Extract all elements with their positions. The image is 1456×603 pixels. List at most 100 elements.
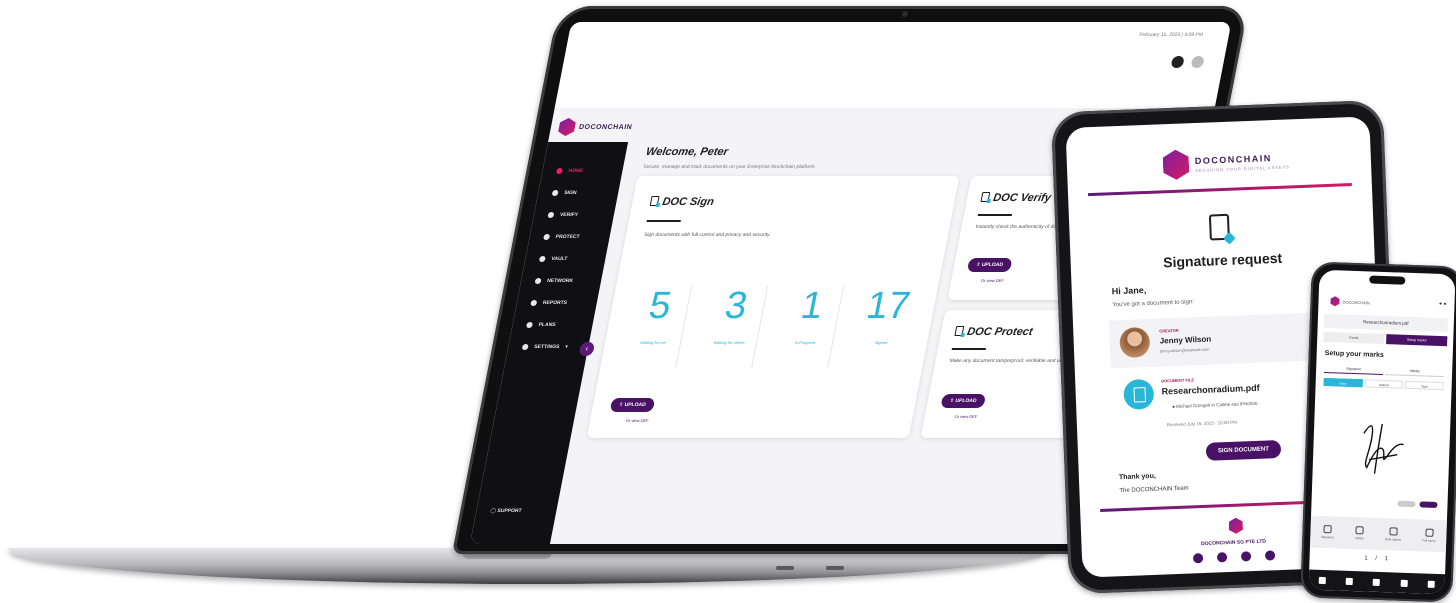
clear-button[interactable] <box>1397 500 1416 508</box>
upload-icon: ⇧ <box>618 402 624 408</box>
stat-waiting-for-me[interactable]: 5 Waiting for me <box>625 285 693 368</box>
intro-text: You've got a document to sign: <box>1112 299 1195 309</box>
page-subtitle: Secure, manage and track documents on yo… <box>642 164 817 170</box>
team-signoff: The DOCONCHAIN Team <box>1119 485 1189 495</box>
signature-controls <box>1397 500 1438 508</box>
title-underline <box>977 214 1013 216</box>
file-icon <box>1123 378 1155 410</box>
sidebar-item-home[interactable]: Home <box>540 160 624 182</box>
doc-sign-card: DOC Sign Sign documents with full contro… <box>586 176 960 438</box>
laptop-port <box>826 566 844 570</box>
stat-signed[interactable]: 17 Signed <box>853 285 920 345</box>
brand-name: DOCONCHAIN <box>578 123 633 131</box>
method-draw[interactable]: Draw <box>1323 377 1363 388</box>
file-name: Researchonradium.pdf <box>1161 382 1260 397</box>
dynamic-island <box>1369 275 1406 285</box>
sidebar-item-settings[interactable]: Settings ▾ <box>506 336 590 358</box>
brand-logo[interactable]: DOCONCHAIN <box>557 118 634 136</box>
tool-date[interactable]: Date signed <box>1385 527 1401 542</box>
tab-initials[interactable]: Initials <box>1384 366 1445 378</box>
sidebar-item-reports[interactable]: Reports <box>515 292 599 314</box>
phone-device: DOCONCHAIN ● ● Researchonradium.pdf Fiel… <box>1300 261 1456 603</box>
file-date: Received July 18, 2023 · 10:00 PM <box>1166 419 1238 428</box>
sidebar-item-vault[interactable]: Vault <box>523 248 607 270</box>
phone-top-icons: ● ● <box>1439 301 1447 307</box>
support-link[interactable]: ◯ SUPPORT <box>490 508 522 514</box>
signature-document-icon <box>1208 213 1230 241</box>
file-info: ● Michael Grüngelt in Callete eas IPN000… <box>1172 400 1258 410</box>
setup-title: Setup your marks <box>1324 349 1384 360</box>
method-upload[interactable]: Upload <box>1364 379 1404 389</box>
file-name-bar: Researchonradium.pdf <box>1323 313 1449 333</box>
tool-initials[interactable]: Initials <box>1355 526 1364 540</box>
home-icon <box>555 168 564 174</box>
sidebar-item-plans[interactable]: Plans <box>510 314 594 336</box>
tablet-brand-logo: DOCONCHAIN SECURING YOUR DIGITAL ASSETS <box>1162 145 1290 180</box>
tab-setup-marks[interactable]: Setup marks <box>1386 334 1448 347</box>
stat-in-progress[interactable]: 1 In Progress <box>777 285 845 368</box>
field-toolbar: Signature Initials Date signed Full name <box>1309 515 1447 553</box>
hexagon-logo-icon <box>557 118 576 136</box>
nav-menu-icon[interactable] <box>1427 580 1435 588</box>
linkedin-icon[interactable] <box>1264 550 1276 561</box>
view-link[interactable]: Or view DEF <box>981 278 1005 283</box>
upload-icon: ⇧ <box>949 398 955 404</box>
sidebar-item-network[interactable]: Network <box>519 270 603 292</box>
phone-tabs: Fields Setup marks <box>1323 331 1448 347</box>
protect-upload-button[interactable]: ⇧ Upload <box>940 394 986 408</box>
upload-icon: ⇧ <box>975 262 981 268</box>
tool-name[interactable]: Full name <box>1422 528 1436 543</box>
header-divider <box>1087 183 1352 197</box>
avatar-icon[interactable]: ● <box>1443 301 1446 307</box>
card-description: Sign documents with full control and pri… <box>643 232 772 238</box>
nav-sign-icon[interactable] <box>1318 576 1327 584</box>
user-avatar-icon[interactable] <box>1190 56 1205 68</box>
facebook-icon[interactable] <box>1216 552 1228 563</box>
twitter-icon[interactable] <box>1240 551 1252 562</box>
nav-mail-icon[interactable] <box>1345 577 1354 585</box>
sidebar-item-sign[interactable]: Sign <box>536 182 620 204</box>
sign-icon <box>551 190 559 196</box>
support-label: SUPPORT <box>496 508 523 514</box>
sidebar-item-verify[interactable]: Verify <box>532 204 616 226</box>
nav-label: Plans <box>537 322 557 328</box>
tab-fields[interactable]: Fields <box>1323 331 1385 345</box>
tool-signature[interactable]: Signature <box>1321 525 1334 539</box>
view-link[interactable]: Or view DEF <box>954 414 978 419</box>
method-type[interactable]: Type <box>1404 380 1444 391</box>
phone-brand-logo: DOCONCHAIN <box>1330 296 1370 307</box>
top-bar: February 15, 2023 | 4:09 PM <box>554 22 1232 108</box>
reports-icon <box>530 300 538 306</box>
sign-upload-button[interactable]: ⇧ Upload <box>609 398 656 412</box>
signature-stroke <box>1363 423 1404 474</box>
nav-gear-icon[interactable] <box>1400 579 1408 587</box>
plans-icon <box>525 322 534 328</box>
view-link[interactable]: Or view DEF <box>625 418 649 423</box>
stat-waiting-for-others[interactable]: 3 Waiting for others <box>701 285 769 368</box>
notification-bell-icon[interactable] <box>1170 56 1185 68</box>
nav-grid-icon[interactable] <box>1373 578 1381 586</box>
document-icon <box>649 196 660 206</box>
nav-label: Sign <box>563 190 577 196</box>
sidebar-item-protect[interactable]: Protect <box>527 226 611 248</box>
verify-upload-button[interactable]: ⇧ Upload <box>966 258 1013 272</box>
input-method-tabs: Draw Upload Type <box>1323 377 1444 391</box>
card-title: DOC Protect <box>954 326 1034 338</box>
brand-name: DOCONCHAIN <box>1342 299 1370 305</box>
save-button[interactable] <box>1419 501 1438 508</box>
tab-signature[interactable]: Signature <box>1324 363 1384 375</box>
pen-icon <box>1323 525 1332 534</box>
sign-document-button[interactable]: SIGN DOCUMENT <box>1205 439 1282 461</box>
nav-label: Reports <box>542 300 568 306</box>
bell-icon[interactable]: ● <box>1439 301 1442 307</box>
phone-nav-bar <box>1308 569 1446 595</box>
calendar-icon <box>1389 527 1398 536</box>
instagram-icon[interactable] <box>1192 553 1204 564</box>
verify-document-icon <box>980 192 991 202</box>
page-indicator: 1 / 1 <box>1364 555 1392 563</box>
creator-label: Creator <box>1159 327 1179 334</box>
footer-logo-icon <box>1229 517 1244 534</box>
signature-pad[interactable] <box>1322 392 1441 492</box>
nav-label: Protect <box>555 234 581 240</box>
page-title: Welcome, Peter <box>644 146 730 158</box>
